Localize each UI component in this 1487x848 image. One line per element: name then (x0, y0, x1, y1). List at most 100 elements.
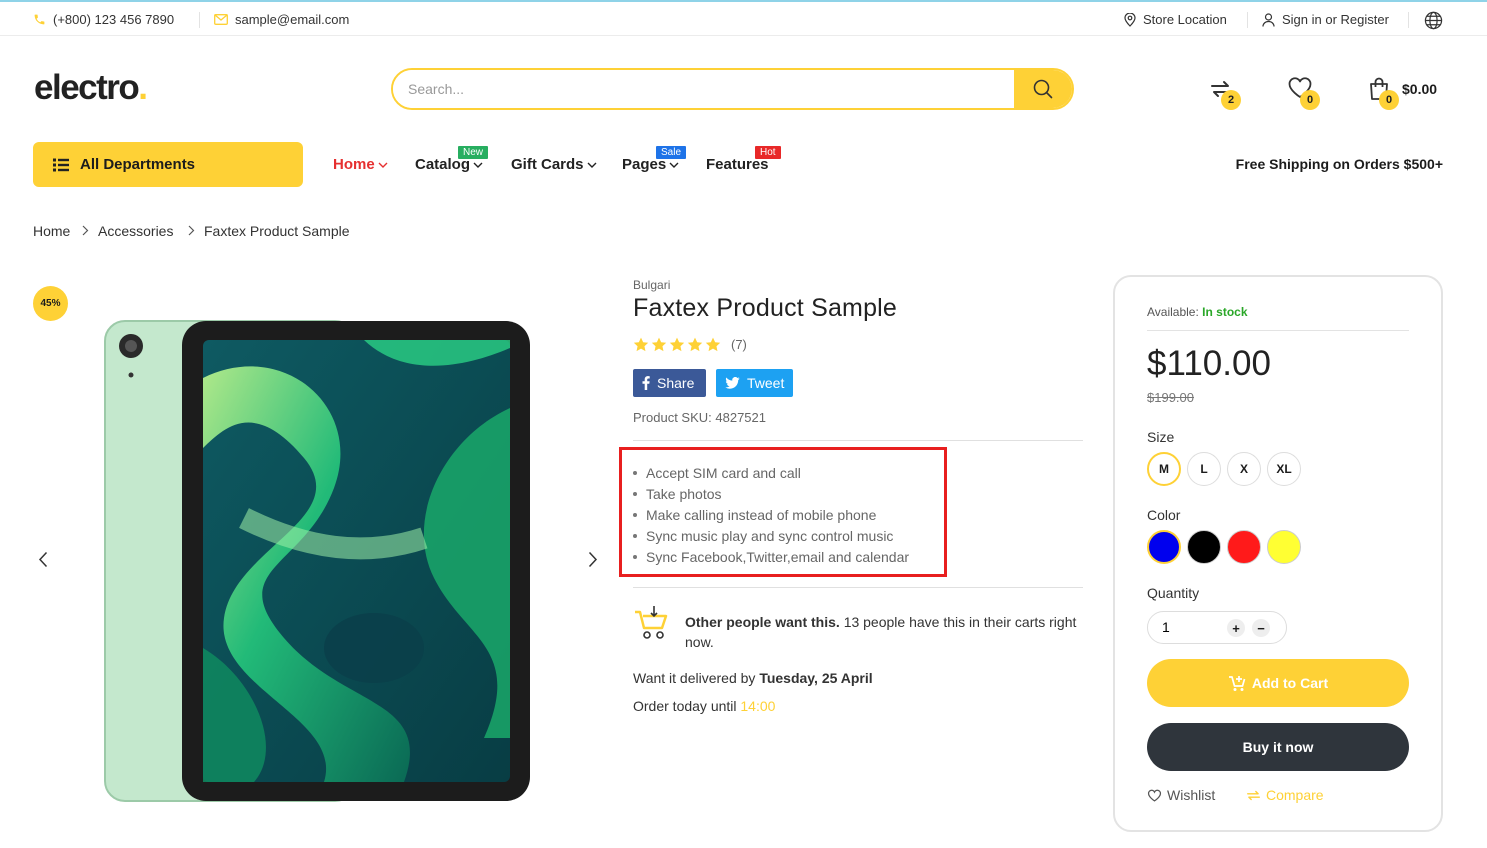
quantity-increase-button[interactable]: + (1227, 619, 1245, 637)
compare-count-badge: 2 (1221, 90, 1241, 110)
divider (633, 440, 1083, 441)
chevron-down-icon (473, 162, 483, 168)
add-to-cart-label: Add to Cart (1251, 675, 1329, 691)
wishlist-label: Wishlist (1167, 787, 1216, 803)
search-button[interactable] (1014, 70, 1072, 108)
sku-value: 4827521 (715, 410, 767, 425)
wishlist-count-badge: 0 (1300, 90, 1320, 110)
quantity-stepper: + − (1147, 611, 1287, 644)
compare-label: Compare (1266, 787, 1324, 803)
chevron-down-icon (669, 162, 679, 168)
nav-home-label: Home (333, 156, 375, 173)
product-sku: Product SKU: 4827521 (633, 410, 766, 425)
buy-now-button[interactable]: Buy it now (1147, 723, 1409, 771)
language-selector[interactable] (1424, 11, 1443, 30)
free-shipping-notice: Free Shipping on Orders $500+ (1235, 156, 1443, 172)
star-icon (669, 337, 685, 352)
review-count: (7) (731, 337, 747, 352)
chevron-right-icon (82, 225, 89, 236)
next-image-button[interactable] (588, 551, 598, 568)
demand-headline: Other people want this. (685, 614, 840, 630)
twitter-tweet-button[interactable]: Tweet (716, 369, 793, 397)
chevron-right-icon (588, 551, 598, 568)
signin-label: Sign in or Register (1282, 12, 1389, 27)
logo-text: electro (34, 68, 140, 107)
chevron-down-icon (587, 162, 597, 168)
star-icon (705, 337, 721, 352)
compare-header-button[interactable]: 2 (1208, 76, 1241, 110)
color-swatch-yellow[interactable] (1267, 530, 1301, 564)
product-image[interactable] (104, 318, 532, 804)
chevron-right-icon (188, 225, 195, 236)
compare-button[interactable]: Compare (1246, 787, 1324, 803)
chevron-down-icon (378, 162, 388, 168)
size-label: Size (1147, 429, 1175, 445)
size-option-x[interactable]: X (1227, 452, 1261, 486)
phone-link[interactable]: (+800) 123 456 7890 (33, 12, 174, 27)
nav-gift-cards-label: Gift Cards (511, 156, 584, 173)
color-label: Color (1147, 507, 1181, 523)
demand-notice: Other people want this. 13 people have t… (685, 612, 1080, 652)
stock-status: In stock (1202, 305, 1248, 319)
store-location-link[interactable]: Store Location (1124, 12, 1227, 27)
quantity-input[interactable] (1162, 619, 1202, 635)
delivery-estimate: Want it delivered by Tuesday, 25 April (633, 670, 873, 686)
star-icon (633, 337, 649, 352)
globe-icon (1424, 11, 1443, 30)
feature-list: Accept SIM card and call Take photos Mak… (633, 462, 909, 567)
size-option-m[interactable]: M (1147, 452, 1181, 486)
add-to-cart-button[interactable]: Add to Cart (1147, 659, 1409, 707)
phone-number: (+800) 123 456 7890 (53, 12, 175, 27)
cart-total[interactable]: $0.00 (1402, 81, 1437, 97)
feature-item: Make calling instead of mobile phone (633, 504, 909, 525)
sku-label: Product SKU: (633, 410, 712, 425)
chevron-left-icon (38, 551, 48, 568)
product-title: Faxtex Product Sample (633, 294, 898, 322)
cart-plus-icon (1228, 675, 1246, 692)
divider (1247, 12, 1248, 28)
order-cutoff: Order today until 14:00 (633, 698, 775, 714)
product-brand[interactable]: Bulgari (633, 278, 670, 292)
breadcrumb-accessories[interactable]: Accessories (98, 223, 173, 239)
new-tag: New (458, 146, 489, 159)
cart-header-button[interactable]: 0 (1367, 76, 1399, 110)
email-link[interactable]: sample@email.com (214, 12, 349, 27)
hot-tag: Hot (755, 146, 781, 159)
wishlist-header-button[interactable]: 0 (1287, 76, 1320, 110)
old-price: $199.00 (1147, 390, 1194, 405)
search-input[interactable] (393, 70, 1014, 108)
signin-link[interactable]: Sign in or Register (1262, 12, 1389, 27)
cart-demand-icon (633, 604, 671, 642)
color-swatch-red[interactable] (1227, 530, 1261, 564)
user-icon (1262, 12, 1275, 27)
size-option-l[interactable]: L (1187, 452, 1221, 486)
availability-label: Available: (1147, 305, 1199, 319)
wishlist-button[interactable]: Wishlist (1147, 787, 1215, 803)
discount-badge: 45% (33, 286, 68, 321)
breadcrumb-current: Faxtex Product Sample (204, 223, 350, 239)
feature-item: Accept SIM card and call (633, 462, 909, 483)
size-option-xl[interactable]: XL (1267, 452, 1301, 486)
quantity-decrease-button[interactable]: − (1252, 619, 1270, 637)
delivery-prefix: Want it delivered by (633, 670, 756, 686)
feature-item: Sync music play and sync control music (633, 525, 909, 546)
nav-home[interactable]: Home (333, 156, 388, 173)
site-logo[interactable]: electro. (34, 68, 148, 108)
color-swatch-black[interactable] (1187, 530, 1221, 564)
prev-image-button[interactable] (38, 551, 48, 568)
facebook-share-button[interactable]: Share (633, 369, 706, 397)
sale-tag: Sale (656, 146, 687, 159)
top-bar: (+800) 123 456 7890 sample@email.com Sto… (0, 0, 1487, 36)
location-pin-icon (1124, 12, 1136, 27)
phone-icon (33, 13, 46, 26)
product-rating[interactable]: (7) (633, 337, 747, 352)
availability: Available: In stock (1147, 305, 1248, 319)
quantity-label: Quantity (1147, 585, 1200, 601)
nav-gift-cards[interactable]: Gift Cards (511, 156, 597, 173)
cart-count-badge: 0 (1379, 90, 1399, 110)
all-departments-button[interactable]: All Departments (33, 142, 303, 187)
breadcrumb-home[interactable]: Home (33, 223, 70, 239)
tweet-label: Tweet (747, 375, 785, 391)
share-label: Share (657, 375, 695, 391)
color-swatch-blue[interactable] (1147, 530, 1181, 564)
